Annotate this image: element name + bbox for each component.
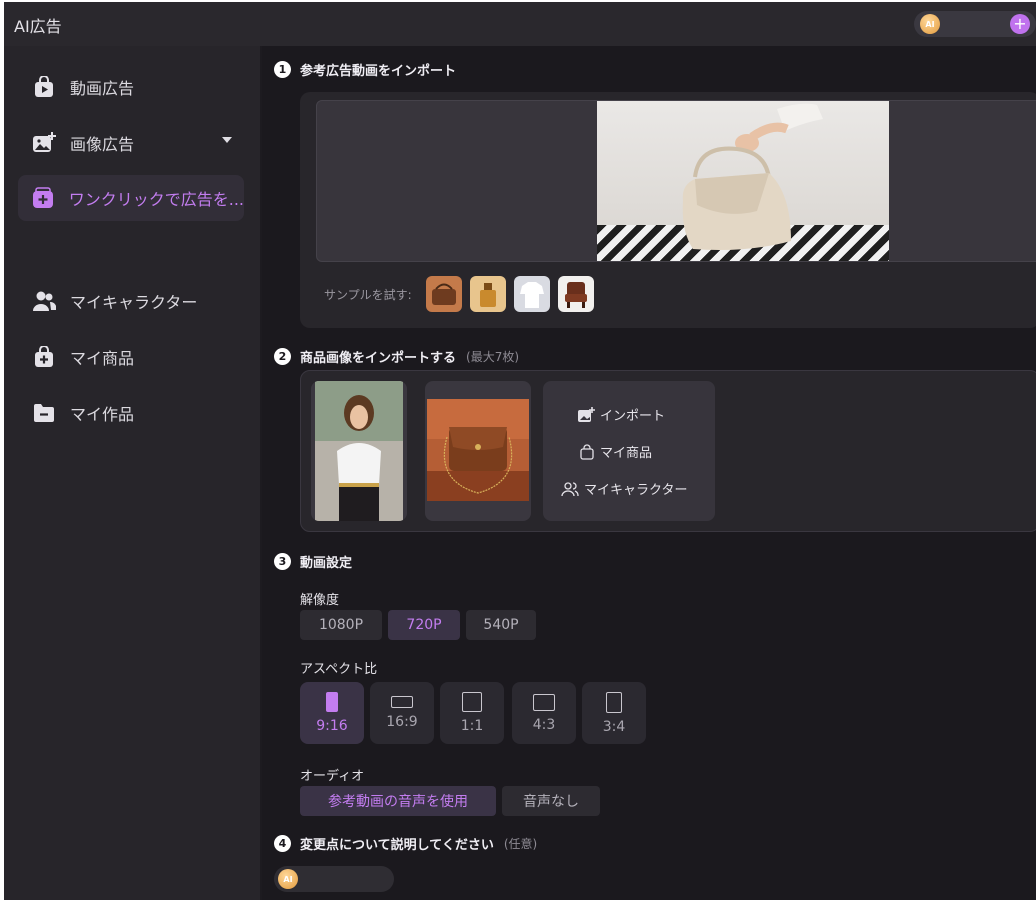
sidebar-item-label: マイキャラクター xyxy=(70,293,198,312)
aspect-option-label: 4:3 xyxy=(532,716,556,733)
my-characters-button[interactable]: マイキャラクター xyxy=(561,479,687,498)
audio-label: オーディオ xyxy=(300,769,365,784)
credit-pill[interactable]: AI + xyxy=(914,11,1036,37)
resolution-label: 解像度 xyxy=(300,593,340,608)
section-4-title: 4 変更点について説明してください (任意) xyxy=(274,834,537,853)
aspect-option-3-4[interactable]: 3:4 xyxy=(582,682,646,744)
sample-thumbnail-shirt[interactable] xyxy=(513,276,550,312)
landscape-ratio-icon xyxy=(391,696,413,708)
my-products-button[interactable]: マイ商品 xyxy=(579,442,652,461)
ai-coin-icon: AI xyxy=(278,869,298,889)
sidebar-item-label: マイ商品 xyxy=(70,349,135,368)
resolution-option-1080p[interactable]: 1080P xyxy=(300,610,382,640)
sidebar-item-label: マイ作品 xyxy=(70,405,135,424)
max-images-hint: (最大7枚) xyxy=(466,350,520,364)
people-outline-icon xyxy=(561,481,579,496)
aspect-option-label: 1:1 xyxy=(460,718,484,734)
ai-assist-pill[interactable]: AI xyxy=(274,866,394,892)
import-option-label: マイ商品 xyxy=(600,446,653,461)
video-frame-handbag xyxy=(597,101,889,261)
step-number: 1 xyxy=(274,61,291,78)
bag-add-icon xyxy=(32,345,56,369)
sample-row: サンプルを試す: xyxy=(324,276,602,312)
step-number: 2 xyxy=(274,348,291,365)
section-title-text: 参考広告動画をインポート xyxy=(300,64,457,79)
aspect-option-label: 3:4 xyxy=(602,718,626,735)
chevron-down-icon[interactable] xyxy=(222,137,232,143)
sample-thumbnail-perfume[interactable] xyxy=(469,276,506,312)
sidebar-item-image-ad[interactable]: 画像広告 xyxy=(18,120,244,166)
app-window: AI広告 AI + 動画広告 画像広告 ワンクリックで広告を... マイキャラク… xyxy=(4,2,1036,900)
handbag-illustration xyxy=(682,103,823,250)
aspect-ratio-label: アスペクト比 xyxy=(300,662,378,677)
video-bag-icon xyxy=(32,75,56,99)
reference-video-preview[interactable] xyxy=(316,100,1036,262)
portrait-ratio-icon xyxy=(326,692,338,712)
optional-hint: (任意) xyxy=(503,837,538,851)
image-add-icon xyxy=(578,406,595,422)
step-number: 3 xyxy=(274,553,291,570)
step-number: 4 xyxy=(274,835,291,852)
add-credit-button[interactable]: + xyxy=(1010,14,1030,34)
product-images-card: インポート マイ商品 マイキャラクター xyxy=(300,370,1036,532)
sidebar-item-label: 動画広告 xyxy=(70,79,135,98)
aspect-option-9-16[interactable]: 9:16 xyxy=(300,682,364,744)
import-option-label: インポート xyxy=(600,409,666,424)
import-options-panel: インポート マイ商品 マイキャラクター xyxy=(543,381,715,521)
aspect-option-4-3[interactable]: 4:3 xyxy=(512,682,576,744)
sidebar-item-my-characters[interactable]: マイキャラクター xyxy=(18,278,244,324)
audio-option-none[interactable]: 音声なし xyxy=(502,786,600,816)
sidebar-item-video-ad[interactable]: 動画広告 xyxy=(18,64,244,110)
people-icon xyxy=(32,289,56,313)
product-image-bag[interactable] xyxy=(425,381,531,521)
sidebar-item-label: ワンクリックで広告を... xyxy=(68,190,244,209)
sample-thumbnail-bag[interactable] xyxy=(425,276,462,312)
section-title-text: 変更点について説明してください xyxy=(300,838,494,853)
sample-thumbnail-chair[interactable] xyxy=(557,276,594,312)
sidebar: 動画広告 画像広告 ワンクリックで広告を... マイキャラクター マイ商品 マイ… xyxy=(4,46,260,900)
aspect-option-16-9[interactable]: 16:9 xyxy=(370,682,434,744)
aspect-option-1-1[interactable]: 1:1 xyxy=(440,682,504,744)
sidebar-item-label: 画像広告 xyxy=(70,135,135,154)
section-3-title: 3 動画設定 xyxy=(274,552,352,571)
import-option-label: マイキャラクター xyxy=(584,483,688,498)
portrait-ratio-icon xyxy=(606,691,622,713)
sidebar-item-my-works[interactable]: マイ作品 xyxy=(18,390,244,436)
landscape-ratio-icon xyxy=(533,693,555,711)
image-add-icon xyxy=(32,131,56,155)
sidebar-item-my-products[interactable]: マイ商品 xyxy=(18,334,244,380)
sidebar-item-one-click-ad[interactable]: ワンクリックで広告を... xyxy=(18,175,244,221)
title-bar: AI広告 AI + xyxy=(4,2,1036,46)
reference-video-card: サンプルを試す: xyxy=(300,92,1036,328)
ai-coin-icon: AI xyxy=(920,14,940,34)
folder-icon xyxy=(32,401,56,425)
product-image-model[interactable] xyxy=(311,381,407,521)
square-ratio-icon xyxy=(462,692,482,712)
main-content: 1 参考広告動画をインポート サンプルを試す: 2 商品画像をインポートする (… xyxy=(262,46,1036,900)
one-click-icon xyxy=(32,186,55,210)
sample-label: サンプルを試す: xyxy=(324,287,412,302)
section-2-title: 2 商品画像をインポートする (最大7枚) xyxy=(274,347,519,366)
section-title-text: 動画設定 xyxy=(300,556,353,571)
app-title: AI広告 xyxy=(14,17,62,36)
aspect-option-label: 9:16 xyxy=(316,718,348,734)
aspect-option-label: 16:9 xyxy=(386,714,418,730)
resolution-option-540p[interactable]: 540P xyxy=(466,610,536,640)
section-1-title: 1 参考広告動画をインポート xyxy=(274,60,456,79)
section-title-text: 商品画像をインポートする xyxy=(300,351,457,366)
import-button[interactable]: インポート xyxy=(577,405,665,424)
audio-option-use-reference[interactable]: 参考動画の音声を使用 xyxy=(300,786,496,816)
bag-outline-icon xyxy=(580,443,594,460)
resolution-option-720p[interactable]: 720P xyxy=(388,610,460,640)
